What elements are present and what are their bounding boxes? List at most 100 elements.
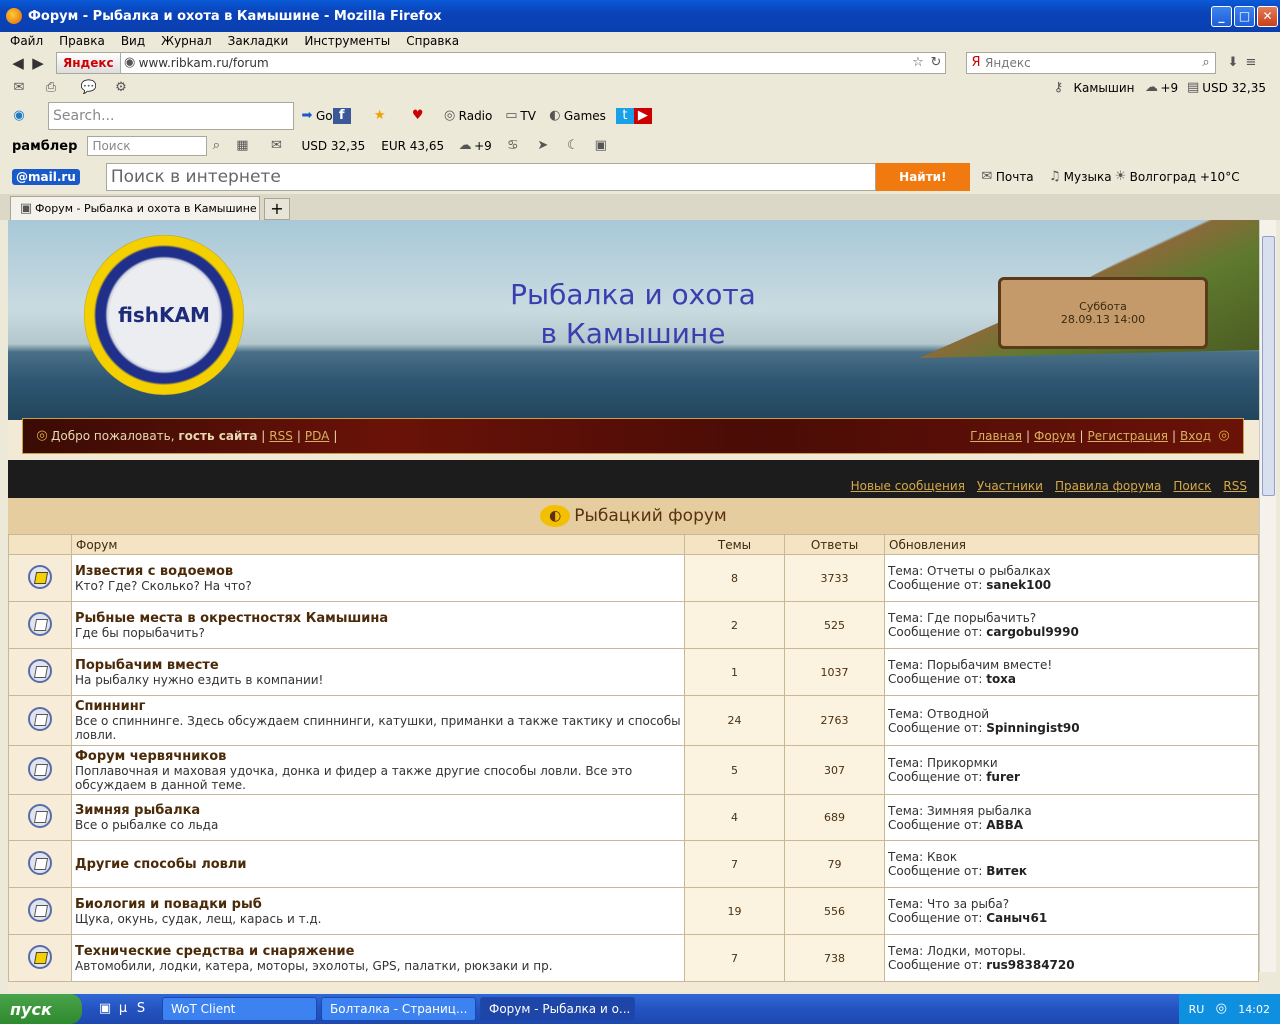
stars-icon[interactable]: ★ [371, 108, 389, 124]
back-icon[interactable]: ◀ [8, 54, 28, 72]
mailru-weather[interactable]: Волгоград +10°C [1130, 170, 1240, 184]
moon-icon[interactable]: ☾ [564, 138, 582, 154]
settings-icon[interactable]: ⚙ [112, 80, 130, 96]
nav-register[interactable]: Регистрация [1088, 429, 1168, 443]
usd-label[interactable]: USD 32,35 [1202, 81, 1266, 95]
menu-help[interactable]: Справка [406, 34, 459, 48]
games-label[interactable]: Games [564, 109, 606, 123]
subnav-rss[interactable]: RSS [1223, 479, 1247, 493]
last-topic-link[interactable]: Тема: Где порыбачить? [888, 611, 1255, 625]
mailru-search-input[interactable]: Поиск в интернете [105, 163, 876, 191]
pda-link[interactable]: PDA [305, 429, 329, 443]
tv-icon[interactable]: ▭ [502, 108, 520, 124]
last-author-link[interactable]: rus98384720 [986, 958, 1074, 972]
rambler-eur[interactable]: EUR 43,65 [381, 139, 444, 153]
url-bar[interactable]: Яндекс ◉ www.ribkam.ru/forum ☆ ↻ [56, 52, 946, 74]
menu-view[interactable]: Вид [121, 34, 145, 48]
search-box[interactable]: Я Яндекс ⌕ [966, 52, 1216, 74]
last-author-link[interactable]: cargobul9990 [986, 625, 1079, 639]
forum-name-link[interactable]: Другие способы ловли [75, 857, 681, 872]
facebook-icon[interactable]: f [332, 108, 351, 124]
last-author-link[interactable]: furer [986, 770, 1020, 784]
rambler-usd[interactable]: USD 32,35 [301, 139, 365, 153]
last-topic-link[interactable]: Тема: Лодки, моторы. [888, 944, 1255, 958]
menu-tools[interactable]: Инструменты [304, 34, 390, 48]
minimize-button[interactable]: _ [1211, 5, 1232, 27]
subnav-new-messages[interactable]: Новые сообщения [851, 479, 965, 493]
last-topic-link[interactable]: Тема: Что за рыба? [888, 897, 1255, 911]
last-author-link[interactable]: Витек [986, 864, 1027, 878]
page-scrollbar[interactable] [1259, 220, 1276, 972]
site-logo[interactable]: fishKAM [84, 235, 244, 395]
menu-history[interactable]: Журнал [161, 34, 212, 48]
radio-icon[interactable]: ◎ [441, 108, 459, 124]
last-author-link[interactable]: Саныч61 [986, 911, 1047, 925]
close-button[interactable]: ✕ [1257, 5, 1278, 27]
forum-name-link[interactable]: Рыбные места в окрестностях Камышина [75, 611, 681, 626]
rambler-temp[interactable]: +9 [474, 139, 492, 153]
eye-icon[interactable]: ◉ [10, 108, 28, 124]
last-topic-link[interactable]: Тема: Квок [888, 850, 1255, 864]
rambler-mail-icon[interactable]: ✉ [267, 138, 285, 154]
comment-icon[interactable]: 💬 [80, 80, 98, 96]
last-author-link[interactable]: ABBA [986, 818, 1023, 832]
forum-name-link[interactable]: Спиннинг [75, 699, 681, 714]
subnav-search[interactable]: Поиск [1173, 479, 1211, 493]
forward-icon[interactable]: ▶ [28, 54, 48, 72]
forum-name-link[interactable]: Биология и повадки рыб [75, 897, 681, 912]
download-icon[interactable]: ⬇ [1224, 55, 1242, 71]
last-author-link[interactable]: Spinningist90 [986, 721, 1079, 735]
yandex-button[interactable]: Яндекс [57, 53, 121, 73]
mail-icon[interactable]: ✉ [10, 80, 28, 96]
new-tab-button[interactable]: + [264, 198, 290, 220]
last-author-link[interactable]: sanek100 [986, 578, 1051, 592]
vday-icon[interactable]: ♥ [409, 108, 427, 124]
games-icon[interactable]: ◐ [546, 108, 564, 124]
subnav-members[interactable]: Участники [977, 479, 1043, 493]
last-topic-link[interactable]: Тема: Порыбачим вместе! [888, 658, 1255, 672]
last-topic-link[interactable]: Тема: Отводной [888, 707, 1255, 721]
rss-link[interactable]: RSS [269, 429, 293, 443]
news-icon[interactable]: ▦ [233, 138, 251, 154]
send-icon[interactable]: ➤ [534, 138, 552, 154]
mailru-music[interactable]: Музыка [1064, 170, 1112, 184]
menu-file[interactable]: Файл [10, 34, 43, 48]
menu-edit[interactable]: Правка [59, 34, 105, 48]
nav-login[interactable]: Вход [1180, 429, 1211, 443]
forum-name-link[interactable]: Порыбачим вместе [75, 658, 681, 673]
ticket-icon[interactable]: ▣ [592, 138, 610, 154]
nav-forum[interactable]: Форум [1034, 429, 1075, 443]
city-label[interactable]: Камышин [1073, 81, 1134, 95]
mailru-mail[interactable]: Почта [996, 170, 1034, 184]
tab-forum[interactable]: ▣ Форум - Рыбалка и охота в Камышине [10, 196, 260, 220]
tv-label[interactable]: TV [520, 109, 536, 123]
subnav-rules[interactable]: Правила форума [1055, 479, 1161, 493]
rambler-search-icon[interactable]: ⌕ [207, 138, 225, 154]
search-placeholder[interactable]: Яндекс [985, 56, 1197, 70]
forum-name-link[interactable]: Зимняя рыбалка [75, 803, 681, 818]
horoscope-icon[interactable]: ♋ [504, 138, 522, 154]
last-topic-link[interactable]: Тема: Отчеты о рыбалках [888, 564, 1255, 578]
maximize-button[interactable]: □ [1234, 5, 1255, 27]
reload-icon[interactable]: ↻ [927, 55, 945, 71]
rambler-logo[interactable]: рамблер [12, 139, 77, 154]
menu-icon[interactable]: ≡ [1242, 55, 1260, 71]
skype-icon[interactable]: S [132, 1001, 150, 1017]
forum-name-link[interactable]: Форум червячников [75, 749, 681, 764]
lang-indicator[interactable]: RU [1189, 1003, 1205, 1016]
print-icon[interactable]: ⎙ [42, 80, 60, 96]
toolbar-search-input[interactable]: Search... [48, 102, 294, 130]
forum-name-link[interactable]: Известия с водоемов [75, 564, 681, 579]
search-icon[interactable]: ⌕ [1197, 55, 1215, 71]
menu-bookmarks[interactable]: Закладки [228, 34, 289, 48]
radio-label[interactable]: Radio [459, 109, 493, 123]
photoshop-icon[interactable]: ▣ [96, 1001, 114, 1017]
twitter-icon[interactable]: t [615, 108, 634, 124]
taskbar-item-chrome[interactable]: Болталка - Страниц... [321, 997, 476, 1021]
rambler-search-input[interactable]: Поиск [87, 136, 208, 156]
last-topic-link[interactable]: Тема: Зимняя рыбалка [888, 804, 1255, 818]
nav-home[interactable]: Главная [970, 429, 1022, 443]
url-text[interactable]: www.ribkam.ru/forum [139, 56, 909, 70]
mailru-search-button[interactable]: Найти! [875, 163, 970, 191]
weather-label[interactable]: +9 [1160, 81, 1178, 95]
